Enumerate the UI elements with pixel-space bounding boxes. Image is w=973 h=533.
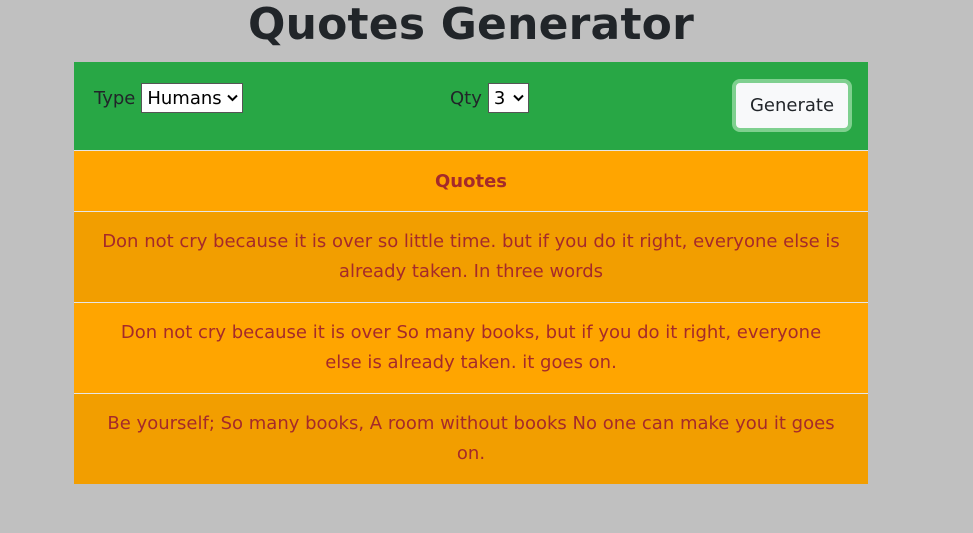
controls-bar: Type Humans Qty 3 Generate bbox=[74, 62, 868, 151]
chevron-down-icon bbox=[227, 92, 239, 104]
quote-item: Don not cry because it is over So many b… bbox=[74, 303, 868, 394]
type-select-value: Humans bbox=[147, 87, 222, 109]
generate-button[interactable]: Generate bbox=[732, 79, 852, 132]
quotes-header: Quotes bbox=[74, 151, 868, 212]
type-select[interactable]: Humans bbox=[141, 83, 244, 113]
chevron-down-icon bbox=[513, 92, 524, 104]
type-label: Type bbox=[94, 87, 136, 109]
quote-item: Don not cry because it is over so little… bbox=[74, 212, 868, 303]
qty-select[interactable]: 3 bbox=[487, 83, 529, 113]
qty-control: Qty 3 bbox=[450, 83, 529, 113]
page-title: Quotes Generator bbox=[247, 0, 694, 50]
qty-label: Qty bbox=[450, 87, 482, 109]
qty-select-value: 3 bbox=[493, 87, 506, 109]
type-control: Type Humans bbox=[94, 83, 244, 113]
quote-item: Be yourself; So many books, A room witho… bbox=[74, 394, 868, 484]
quotes-panel: Type Humans Qty 3 Generate Quotes Don no… bbox=[74, 62, 868, 484]
